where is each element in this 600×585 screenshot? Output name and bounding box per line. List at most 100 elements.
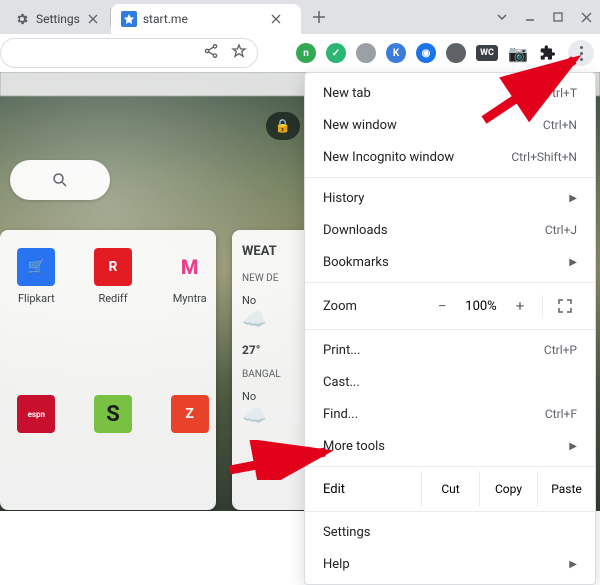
- extension-icons: n ✓ K ◉ WC 📷: [296, 40, 594, 66]
- weather-temp: 27°: [242, 343, 312, 357]
- chevron-right-icon: ▶: [569, 441, 577, 452]
- window-controls: [488, 0, 600, 34]
- menu-label: Cast...: [323, 375, 360, 390]
- tab-title: start.me: [143, 12, 263, 26]
- omnibox[interactable]: [0, 38, 258, 68]
- zoom-out-button[interactable]: −: [426, 292, 458, 320]
- menu-new-window[interactable]: New window Ctrl+N: [305, 109, 595, 141]
- chrome-menu-button[interactable]: [568, 40, 594, 66]
- quicklink-espn[interactable]: espn: [10, 395, 63, 433]
- weather-city: NEW DE: [242, 273, 312, 284]
- share-icon[interactable]: [203, 43, 219, 63]
- extension-icon[interactable]: [446, 43, 466, 63]
- menu-label: New tab: [323, 86, 371, 101]
- menu-help[interactable]: Help ▶: [305, 548, 595, 580]
- menu-label: Find...: [323, 407, 358, 422]
- menu-print[interactable]: Print... Ctrl+P: [305, 334, 595, 366]
- cloud-icon: ☁️: [242, 307, 312, 331]
- myntra-icon: M: [171, 248, 209, 286]
- titlebar: Settings start.me: [0, 0, 600, 34]
- menu-zoom-row: Zoom − 100% +: [305, 287, 595, 325]
- separator: [305, 511, 595, 512]
- shortcut: Ctrl+J: [545, 223, 577, 237]
- extension-icon[interactable]: n: [296, 43, 316, 63]
- camera-icon[interactable]: 📷: [508, 43, 528, 63]
- chevron-right-icon: ▶: [569, 193, 577, 204]
- search-icon: [51, 171, 69, 189]
- fullscreen-button[interactable]: [549, 292, 581, 320]
- extension-icon[interactable]: WC: [476, 45, 498, 61]
- close-icon[interactable]: [269, 12, 283, 26]
- quicklink-label: Myntra: [173, 292, 207, 305]
- dropdown-icon[interactable]: [488, 3, 516, 31]
- menu-settings[interactable]: Settings: [305, 516, 595, 548]
- extension-icon[interactable]: ◉: [416, 43, 436, 63]
- menu-new-tab[interactable]: New tab trl+T: [305, 77, 595, 109]
- shortcut: Ctrl+F: [545, 407, 577, 421]
- maximize-button[interactable]: [544, 3, 572, 31]
- separator: [305, 329, 595, 330]
- menu-bookmarks[interactable]: Bookmarks ▶: [305, 246, 595, 278]
- chevron-right-icon: ▶: [569, 257, 577, 268]
- zoom-in-button[interactable]: +: [504, 292, 536, 320]
- close-window-button[interactable]: [572, 3, 600, 31]
- quicklink-myntra[interactable]: M Myntra: [163, 248, 216, 305]
- minimize-button[interactable]: [516, 3, 544, 31]
- menu-find[interactable]: Find... Ctrl+F: [305, 398, 595, 430]
- menu-label: Print...: [323, 343, 360, 358]
- extension-icon[interactable]: ✓: [326, 43, 346, 63]
- menu-cast[interactable]: Cast...: [305, 366, 595, 398]
- close-icon[interactable]: [86, 12, 100, 26]
- extensions-icon[interactable]: [538, 43, 558, 63]
- chevron-right-icon: ▶: [569, 559, 577, 570]
- gear-icon: [14, 11, 30, 27]
- star-icon[interactable]: [231, 43, 247, 63]
- menu-label: Settings: [323, 525, 370, 540]
- menu-label: New window: [323, 118, 397, 133]
- menu-label: Bookmarks: [323, 255, 389, 270]
- quicklink-rediff[interactable]: R Rediff: [87, 248, 140, 305]
- quicklink-flipkart[interactable]: 🛒 Flipkart: [10, 248, 63, 305]
- menu-downloads[interactable]: Downloads Ctrl+J: [305, 214, 595, 246]
- quicklink-label: Flipkart: [18, 292, 55, 305]
- tab-settings[interactable]: Settings: [4, 4, 110, 34]
- search-input[interactable]: [10, 160, 110, 200]
- menu-edit-row: Edit Cut Copy Paste: [305, 471, 595, 507]
- s-icon: S: [94, 395, 132, 433]
- menu-more-tools[interactable]: More tools ▶: [305, 430, 595, 462]
- edit-copy-button[interactable]: Copy: [479, 471, 537, 507]
- weather-abbr: No: [242, 390, 312, 403]
- weather-title: WEAT: [242, 244, 312, 259]
- menu-label: Help: [323, 557, 350, 572]
- extension-icon[interactable]: [356, 43, 376, 63]
- shortcut: Ctrl+P: [544, 343, 577, 357]
- shortcut: Ctrl+Shift+N: [511, 150, 577, 164]
- menu-history[interactable]: History ▶: [305, 182, 595, 214]
- quicklinks-card: 🛒 Flipkart R Rediff M Myntra espn S Z: [0, 230, 216, 510]
- toolbar: n ✓ K ◉ WC 📷: [0, 34, 600, 72]
- lock-icon[interactable]: 🔒: [266, 112, 300, 140]
- new-tab-button[interactable]: [305, 3, 333, 31]
- quicklink[interactable]: Z: [163, 395, 216, 433]
- edit-paste-button[interactable]: Paste: [537, 471, 595, 507]
- shortcut: trl+T: [552, 86, 577, 100]
- cloud-icon: ☁️: [242, 403, 312, 427]
- separator: [542, 295, 543, 317]
- edit-cut-button[interactable]: Cut: [421, 471, 479, 507]
- extension-icon[interactable]: K: [386, 43, 406, 63]
- zoom-value: 100%: [458, 299, 504, 314]
- espn-icon: espn: [17, 395, 55, 433]
- startme-icon: [121, 11, 137, 27]
- shortcut: Ctrl+N: [543, 118, 577, 132]
- menu-label: More tools: [323, 439, 385, 454]
- quicklink[interactable]: S: [87, 395, 140, 433]
- quicklink-label: Rediff: [98, 292, 127, 305]
- menu-incognito[interactable]: New Incognito windowCtrl+Shift+N: [305, 141, 595, 173]
- menu-label: Downloads: [323, 223, 388, 238]
- menu-label: History: [323, 191, 364, 206]
- tab-startme[interactable]: start.me: [111, 4, 301, 34]
- menu-label: Zoom: [323, 299, 426, 314]
- weather-city: BANGAL: [242, 369, 312, 380]
- separator: [305, 282, 595, 283]
- menu-label: Edit: [323, 482, 421, 497]
